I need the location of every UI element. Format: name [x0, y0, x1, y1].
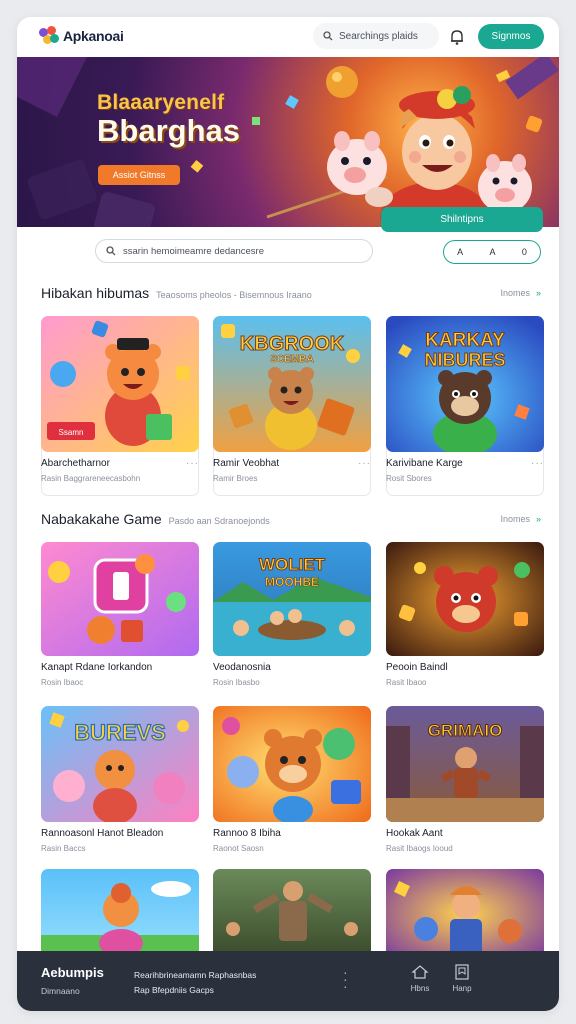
- hero-title-line2: Bbarghas: [97, 113, 240, 148]
- game-card[interactable]: KARKAY NIBURES Karivibane Karge ··· Rosit…: [386, 316, 544, 483]
- game-thumbnail: [41, 542, 199, 656]
- thumbnail-title: WOLIET: [259, 555, 326, 574]
- game-thumbnail: [213, 706, 371, 822]
- game-card[interactable]: WOLIET MOOHBE Veodanosnia Rosin Ibasbo: [213, 542, 371, 687]
- section1-header: Hibakan hibumas Teaosoms pheolos - Bisem…: [41, 285, 541, 301]
- game-thumbnail: WOLIET MOOHBE: [213, 542, 371, 656]
- thumbnail-title: BUREVS: [74, 720, 166, 745]
- game-thumbnail: KARKAY NIBURES: [386, 316, 544, 452]
- thumbnail-subtitle: MOOHBE: [265, 575, 319, 589]
- segment-1[interactable]: A: [457, 247, 463, 257]
- hero-title-line1: Blaaaryenelf: [97, 91, 225, 114]
- card-title: Peooin Baindl: [386, 662, 448, 673]
- app-window: Apkanoai Searchings plaids Signmos Blaaa…: [17, 17, 559, 1011]
- game-thumbnail: [213, 869, 371, 959]
- game-card[interactable]: Peooin Baindl Rasit Ibaoo: [386, 542, 544, 687]
- segment-3[interactable]: 0: [522, 247, 527, 257]
- bell-icon[interactable]: [447, 27, 467, 47]
- main-search-placeholder: ssarin hemoimeamre dedancesre: [123, 245, 264, 257]
- card-title: Abarchetharnor: [41, 458, 110, 469]
- card-title: Ramir Veobhat: [213, 458, 280, 469]
- footer-nav-item[interactable]: Hbns: [400, 964, 440, 993]
- search-icon: [323, 31, 333, 41]
- more-options-icon[interactable]: ···: [531, 458, 544, 469]
- hero-banner: Blaaaryenelf Bbarghas Assiot Gitnss: [17, 57, 559, 227]
- section1-title: Hibakan hibumas: [41, 285, 150, 301]
- footer-bar: Aebumpis Dimnaano Rearihbrineamamn Rapha…: [17, 951, 559, 1011]
- section2-title: Nabakakahe Game: [41, 511, 162, 527]
- search-icon: [106, 246, 116, 256]
- footer-nav-item[interactable]: Hanp: [442, 964, 482, 993]
- logo-mark-icon: [39, 26, 59, 46]
- thumbnail-subtitle: SCEMBA: [270, 354, 313, 365]
- main-search-input[interactable]: ssarin hemoimeamre dedancesre: [95, 239, 373, 263]
- footer-nav-label: Hbns: [410, 984, 430, 993]
- game-card[interactable]: Rannoo 8 Ibiha Raonot Saosn: [213, 706, 371, 853]
- card-title: Veodanosnia: [213, 662, 271, 673]
- game-thumbnail: Ssamn: [41, 316, 199, 452]
- hero-pill-button[interactable]: Shilntipns: [381, 207, 543, 232]
- chevron-right-icon: »: [535, 288, 541, 298]
- section1-more-link[interactable]: Inomes »: [500, 288, 541, 298]
- game-card[interactable]: Ssamn Abarchetharnor ··· Rasin Baggrarene…: [41, 316, 199, 483]
- card-subtitle: Rasit Ibaoo: [386, 678, 427, 687]
- view-segmented-control: A A 0: [443, 240, 541, 264]
- card-subtitle: Rasit Ibaogs Iooud: [386, 844, 453, 853]
- game-thumbnail: [386, 542, 544, 656]
- home-icon: [411, 965, 429, 979]
- sign-in-button[interactable]: Signmos: [478, 24, 544, 49]
- card-title: Kanapt Rdane Iorkandon: [41, 662, 153, 673]
- card-subtitle: Rasin Baccs: [41, 844, 86, 853]
- game-card[interactable]: BUREVS Rannoasonl Hanot Bleadon Rasin Ba…: [41, 706, 199, 853]
- more-options-icon[interactable]: ···: [186, 458, 199, 469]
- thumbnail-title: GRIMAIO: [428, 721, 503, 740]
- top-header: Apkanoai Searchings plaids Signmos: [17, 17, 559, 57]
- game-card[interactable]: Kanapt Rdane Iorkandon Rosin Ibaoc: [41, 542, 199, 687]
- game-card[interactable]: GRIMAIO Hookak Aant Rasit Ibaogs Iooud: [386, 706, 544, 853]
- footer-more-icon[interactable]: · · ·: [343, 965, 348, 993]
- thumbnail-badge: Ssamn: [59, 428, 84, 437]
- header-search[interactable]: Searchings plaids: [313, 23, 439, 49]
- card-subtitle: Rosit Sbores: [386, 474, 432, 483]
- footer-brand-sub: Dimnaano: [41, 986, 80, 996]
- logo-text: Apkanoai: [63, 28, 124, 44]
- section1-more-label: Inomes: [500, 288, 530, 298]
- card-title: Rannoasonl Hanot Bleadon: [41, 828, 164, 839]
- logo[interactable]: Apkanoai: [39, 26, 124, 46]
- section2-subtitle: Pasdo aan Sdranoejonds: [168, 516, 270, 526]
- footer-nav-label: Hanp: [452, 984, 472, 993]
- footer-link[interactable]: Rap Bfepdniis Gacps: [134, 983, 256, 998]
- card-subtitle: Rosin Ibasbo: [213, 678, 260, 687]
- thumbnail-title: KARKAY: [425, 330, 505, 351]
- thumbnail-subtitle: NIBURES: [424, 350, 505, 370]
- footer-brand: Aebumpis: [41, 965, 104, 980]
- chevron-right-icon: »: [535, 514, 541, 524]
- header-search-placeholder: Searchings plaids: [339, 30, 418, 42]
- section1-subtitle: Teaosoms pheolos - Bisemnous Iraano: [156, 290, 312, 300]
- card-subtitle: Rasin Baggrareneecasbohn: [41, 474, 141, 483]
- section2-more-link[interactable]: Inomes »: [500, 514, 541, 524]
- game-thumbnail: GRIMAIO: [386, 706, 544, 822]
- segment-2[interactable]: A: [489, 247, 495, 257]
- card-title: Hookak Aant: [386, 828, 443, 839]
- card-title: Karivibane Karge: [386, 458, 463, 469]
- hero-cta-button[interactable]: Assiot Gitnss: [98, 165, 180, 185]
- game-thumbnail: KBGROOK SCEMBA: [213, 316, 371, 452]
- section2-header: Nabakakahe Game Pasdo aan Sdranoejonds I…: [41, 511, 541, 527]
- card-subtitle: Ramir Broes: [213, 474, 258, 483]
- game-thumbnail: BUREVS: [41, 706, 199, 822]
- game-card[interactable]: KBGROOK SCEMBA Ramir Veobhat ··· Ramir Br…: [213, 316, 371, 483]
- game-thumbnail: [386, 869, 544, 959]
- card-subtitle: Rosin Ibaoc: [41, 678, 84, 687]
- section2-more-label: Inomes: [500, 514, 530, 524]
- more-options-icon[interactable]: ···: [358, 458, 371, 469]
- footer-link[interactable]: Rearihbrineamamn Raphasnbas: [134, 968, 256, 983]
- bookmark-icon: [455, 964, 469, 980]
- game-thumbnail: [41, 869, 199, 959]
- card-title: Rannoo 8 Ibiha: [213, 828, 281, 839]
- footer-links: Rearihbrineamamn Raphasnbas Rap Bfepdnii…: [134, 968, 256, 998]
- card-subtitle: Raonot Saosn: [213, 844, 264, 853]
- thumbnail-title: KBGROOK: [240, 333, 345, 355]
